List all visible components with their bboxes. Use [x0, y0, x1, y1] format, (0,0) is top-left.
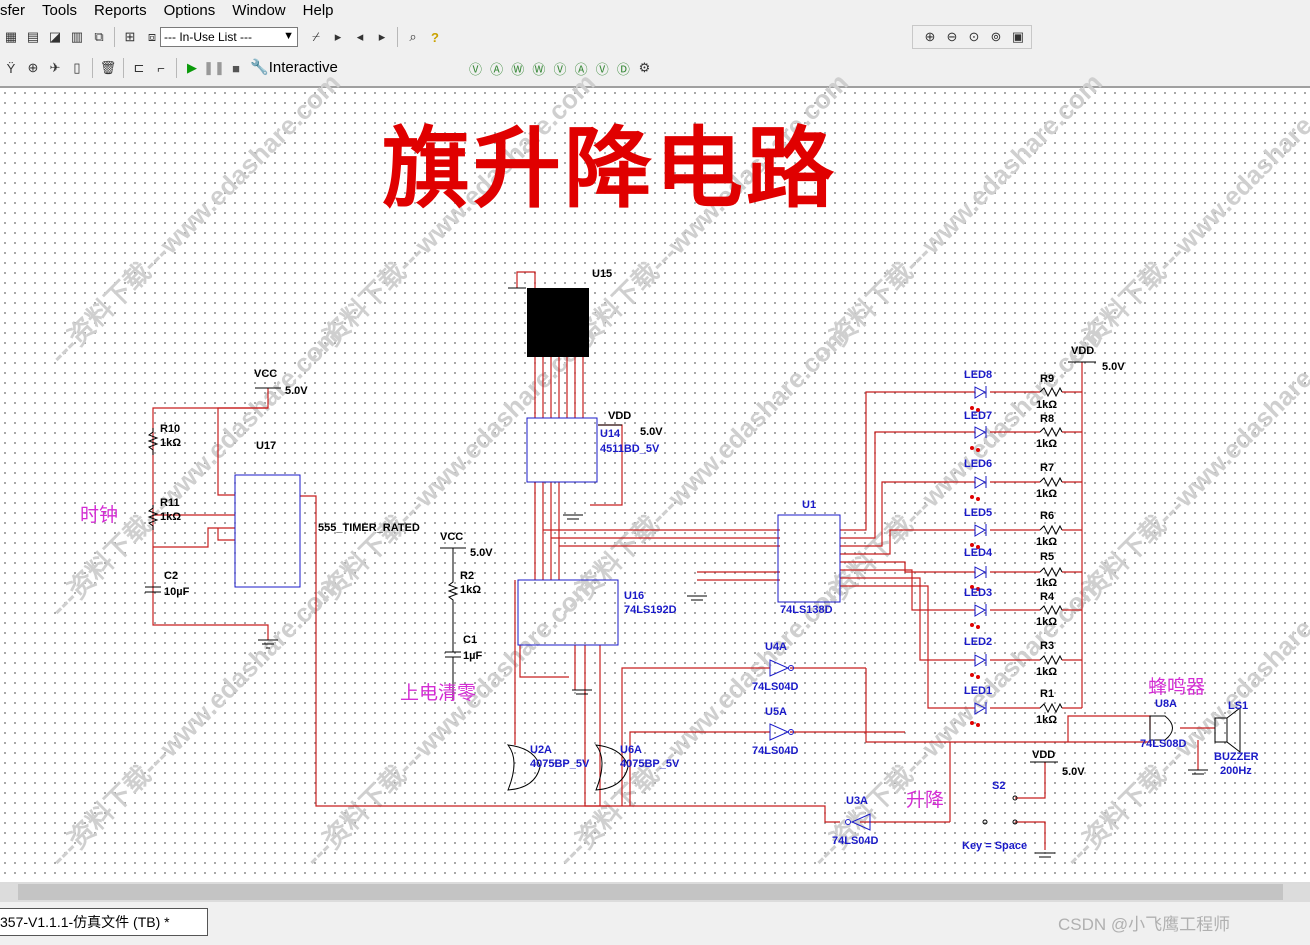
vcc2-voltage: 5.0V — [470, 547, 493, 559]
u4a-type: 74LS04D — [752, 681, 799, 693]
resistor-value: 1kΩ — [1036, 399, 1058, 411]
u2a-type: 4075BP_5V — [530, 758, 590, 770]
resistor-label: R7 — [1040, 462, 1055, 474]
led-label: LED8 — [964, 369, 993, 381]
resistor-label: R5 — [1040, 551, 1055, 563]
credit-watermark: CSDN @小飞鹰工程师 — [1058, 915, 1231, 934]
document-tab[interactable]: 357-V1.1.1-仿真文件 (TB) * — [0, 908, 208, 936]
vcc1-label: VCC — [254, 368, 278, 380]
vdd2-voltage: 5.0V — [1102, 361, 1125, 373]
vcc2-label: VCC — [440, 531, 464, 543]
clock-annotation: 时钟 — [80, 505, 119, 526]
resistor-label: R3 — [1040, 640, 1055, 652]
ls1-label: LS1 — [1228, 700, 1249, 712]
resistor-label: R9 — [1040, 373, 1055, 385]
u2a-label: U2A — [530, 744, 553, 756]
led-label: LED6 — [964, 458, 993, 470]
schematic-title: 旗升降电路 — [382, 117, 838, 220]
u5a-type: 74LS04D — [752, 745, 799, 757]
u16-label: U16 — [624, 590, 645, 602]
vdd1-label: VDD — [608, 410, 632, 422]
u3a-type: 74LS04D — [832, 835, 879, 847]
resistor-value: 1kΩ — [1036, 616, 1058, 628]
vdd1-voltage: 5.0V — [640, 426, 663, 438]
u1-type: 74LS138D — [780, 604, 833, 616]
s2-label: S2 — [992, 780, 1006, 792]
r11-label: R11 — [160, 497, 180, 509]
vdd2-label: VDD — [1071, 345, 1095, 357]
u17-label: U17 — [256, 440, 277, 452]
resistor-label: R1 — [1040, 688, 1055, 700]
ls1-freq: 200Hz — [1220, 765, 1252, 777]
u15-label: U15 — [592, 268, 613, 280]
vdd3-label: VDD — [1032, 749, 1056, 761]
u5a-label: U5A — [765, 706, 788, 718]
c1-value: 1µF — [463, 650, 483, 662]
seven-segment-display[interactable] — [527, 288, 589, 357]
u8a-type: 74LS08D — [1140, 738, 1187, 750]
led-label: LED1 — [964, 685, 993, 697]
led-label: LED3 — [964, 587, 993, 599]
led-label: LED7 — [964, 410, 993, 422]
u14-type: 4511BD_5V — [600, 443, 660, 455]
u16-type: 74LS192D — [624, 604, 677, 616]
r2-label: R2 — [460, 570, 475, 582]
resistor-label: R4 — [1040, 591, 1055, 603]
r11-value: 1kΩ — [160, 511, 182, 523]
r2-value: 1kΩ — [460, 584, 482, 596]
u17-type: 555_TIMER_RATED — [318, 522, 420, 534]
resistor-value: 1kΩ — [1036, 666, 1058, 678]
resistor-value: 1kΩ — [1036, 438, 1058, 450]
u8a-label: U8A — [1155, 698, 1178, 710]
updown-annotation: 升降 — [906, 790, 945, 811]
c1-label: C1 — [463, 634, 478, 646]
u6a-type: 4075BP_5V — [620, 758, 680, 770]
resistor-label: R8 — [1040, 413, 1055, 425]
c2-value: 10µF — [164, 586, 190, 598]
vdd3-voltage: 5.0V — [1062, 766, 1085, 778]
buzzer-annotation: 蜂鸣器 — [1148, 677, 1206, 698]
led-label: LED5 — [964, 507, 993, 519]
u3a-label: U3A — [846, 795, 869, 807]
led-label: LED4 — [964, 547, 993, 559]
reset-annotation: 上电清零 — [400, 683, 477, 704]
u14-label: U14 — [600, 428, 621, 440]
r10-label: R10 — [160, 423, 181, 435]
resistor-value: 1kΩ — [1036, 536, 1058, 548]
u1-label: U1 — [802, 499, 817, 511]
resistor-value: 1kΩ — [1036, 488, 1058, 500]
resistor-label: R6 — [1040, 510, 1055, 522]
u6a-label: U6A — [620, 744, 643, 756]
r10-value: 1kΩ — [160, 437, 182, 449]
ls1-type: BUZZER — [1214, 751, 1259, 763]
resistor-value: 1kΩ — [1036, 714, 1058, 726]
resistor-value: 1kΩ — [1036, 577, 1058, 589]
s2-key: Key = Space — [962, 840, 1028, 852]
c2-label: C2 — [164, 570, 179, 582]
u4a-label: U4A — [765, 641, 788, 653]
scrollbar-thumb[interactable] — [18, 884, 1283, 900]
vcc1-voltage: 5.0V — [285, 385, 308, 397]
led-label: LED2 — [964, 636, 993, 648]
